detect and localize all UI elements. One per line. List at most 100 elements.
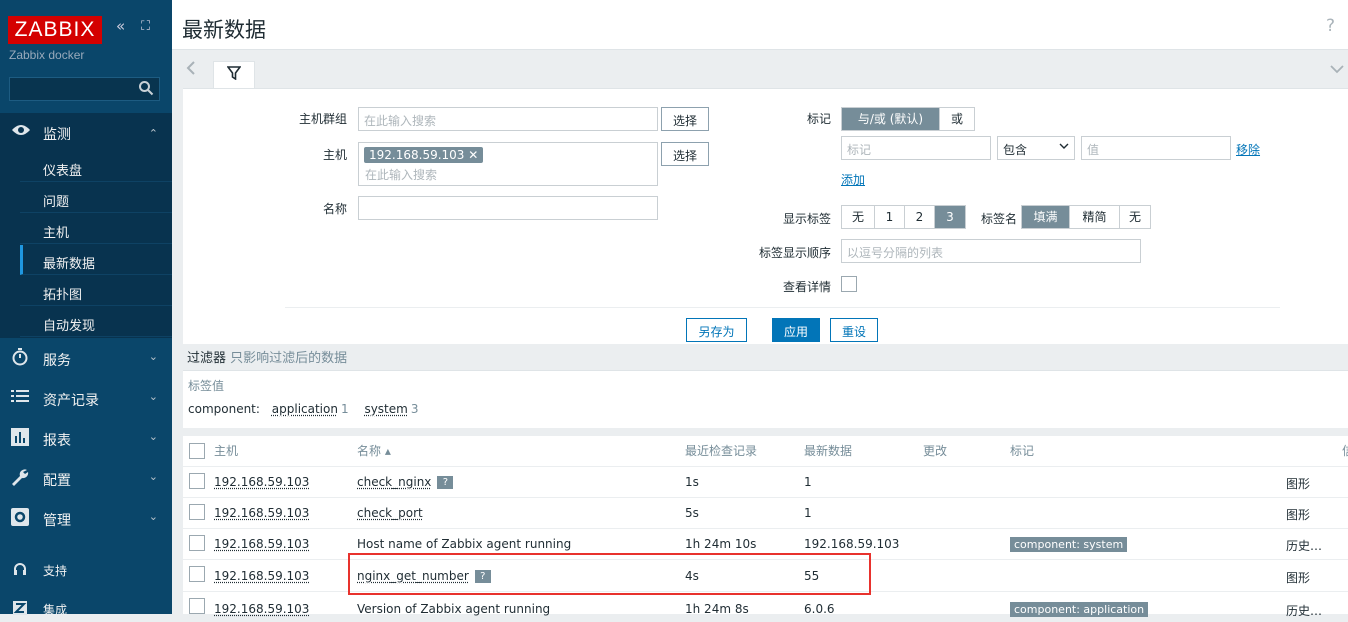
last-value: 192.168.59.103	[804, 537, 899, 551]
host-group-select-button[interactable]: 选择	[661, 107, 709, 131]
submenu-problems[interactable]: 问题	[20, 183, 172, 213]
tag-name-input[interactable]: 标记	[841, 136, 991, 160]
host-link[interactable]: 192.168.59.103	[214, 506, 309, 520]
name-input[interactable]	[358, 196, 658, 220]
host-link[interactable]: 192.168.59.103	[214, 537, 309, 551]
tag-values-row: component: application 1 system 3	[188, 402, 418, 416]
tag-remove-link[interactable]: 移除	[1236, 141, 1260, 158]
item-tag: component: system	[1010, 537, 1127, 552]
history-link[interactable]: 历史…	[1286, 537, 1322, 554]
help-icon[interactable]: ?	[1326, 16, 1340, 32]
submenu-hosts[interactable]: 主机	[20, 214, 172, 244]
graph-link[interactable]: 图形	[1286, 569, 1310, 586]
item-name-link[interactable]: check_port	[357, 506, 423, 520]
col-last-value: 最新数据	[804, 436, 852, 466]
nav-support[interactable]: 支持	[0, 552, 172, 586]
row-checkbox[interactable]	[189, 504, 205, 520]
tag-operator-select[interactable]: 包含	[997, 136, 1075, 160]
show-tags-2[interactable]: 2	[905, 206, 935, 228]
timer-icon	[11, 348, 29, 371]
nav-monitoring[interactable]: 监测 ⌃	[0, 113, 172, 152]
z-icon	[13, 600, 27, 620]
tag-add-link[interactable]: 添加	[841, 171, 865, 188]
tag-value-system[interactable]: system	[364, 402, 407, 416]
host-group-input[interactable]: 在此输入搜索	[358, 107, 658, 131]
submenu-discovery[interactable]: 自动发现	[20, 307, 172, 337]
search-icon[interactable]	[138, 80, 154, 99]
tag-value-application[interactable]: application	[272, 402, 338, 416]
show-tags-3[interactable]: 3	[935, 206, 965, 228]
tag-value-input[interactable]: 值	[1081, 136, 1231, 160]
last-value: 1	[804, 475, 812, 489]
tag-name-short[interactable]: 精简	[1070, 206, 1120, 228]
host-link[interactable]: 192.168.59.103	[214, 475, 309, 489]
show-details-checkbox[interactable]	[841, 276, 857, 292]
filter-note-main: 过滤器	[187, 351, 226, 366]
or-option[interactable]: 或	[940, 108, 974, 130]
filter-icon	[227, 69, 241, 83]
tag-badge[interactable]: component: system	[1010, 537, 1127, 552]
filter-tab[interactable]	[213, 61, 255, 89]
chevron-down-icon	[1059, 139, 1069, 153]
nav-integrations[interactable]: 集成	[0, 596, 172, 614]
show-tags-label: 显示标签	[743, 210, 831, 227]
monitoring-submenu: 仪表盘 问题 主机 最新数据 拓扑图 自动发现	[0, 152, 172, 338]
item-tag: component: application	[1010, 602, 1148, 617]
apply-button[interactable]: 应用	[772, 318, 820, 342]
show-tags-none[interactable]: 无	[842, 206, 875, 228]
collapse-sidebar-icon[interactable]: «	[116, 17, 125, 35]
nav-configuration[interactable]: 配置 ⌄	[0, 460, 172, 496]
host-multiselect[interactable]: 192.168.59.103 ✕ 在此输入搜索	[358, 142, 658, 186]
tags-label: 标记	[773, 110, 831, 127]
tag-order-input[interactable]: 以逗号分隔的列表	[841, 239, 1141, 263]
chevron-left-icon[interactable]	[186, 60, 196, 79]
submenu-latest-data[interactable]: 最新数据	[20, 245, 172, 275]
nav-inventory[interactable]: 资产记录 ⌄	[0, 380, 172, 416]
graph-link[interactable]: 图形	[1286, 475, 1310, 492]
chip-remove-icon[interactable]: ✕	[468, 148, 478, 162]
list-icon	[11, 388, 29, 408]
sidebar-search-input[interactable]	[10, 78, 132, 100]
select-all-checkbox[interactable]	[189, 443, 205, 459]
chevron-down-icon: ⌄	[149, 470, 158, 483]
history-link[interactable]: 历史…	[1286, 602, 1322, 619]
tag-values-heading: 标签值	[188, 377, 224, 394]
col-host[interactable]: 主机	[214, 436, 238, 466]
row-checkbox[interactable]	[189, 598, 205, 614]
eye-icon	[11, 122, 31, 142]
last-check: 5s	[685, 506, 699, 520]
wrench-icon	[11, 468, 29, 491]
zabbix-logo[interactable]: ZABBIX	[8, 16, 102, 44]
nav-monitoring-label: 监测	[43, 124, 71, 144]
nav-configuration-label: 配置	[43, 470, 71, 490]
chevron-down-icon[interactable]	[1330, 62, 1344, 78]
item-name-link[interactable]: check_nginx	[357, 475, 431, 489]
submenu-dashboard[interactable]: 仪表盘	[20, 152, 172, 182]
show-tags-1[interactable]: 1	[875, 206, 905, 228]
host-link[interactable]: 192.168.59.103	[214, 569, 309, 583]
row-checkbox[interactable]	[189, 473, 205, 489]
last-value: 1	[804, 506, 812, 520]
tag-badge[interactable]: component: application	[1010, 602, 1148, 617]
item-name: check_nginx?	[357, 475, 453, 489]
tag-name-none[interactable]: 无	[1120, 206, 1150, 228]
host-select-button[interactable]: 选择	[661, 142, 709, 166]
page-title: 最新数据	[182, 14, 266, 44]
filter-note: 过滤器 只影响过滤后的数据	[187, 347, 347, 366]
tag-name-full[interactable]: 填满	[1022, 206, 1070, 228]
submenu-maps[interactable]: 拓扑图	[20, 276, 172, 306]
andor-option[interactable]: 与/或 (默认)	[842, 108, 940, 130]
kiosk-mode-icon[interactable]: ⛶	[141, 19, 150, 34]
chart-icon	[11, 428, 29, 451]
reset-button[interactable]: 重设	[830, 318, 878, 342]
save-as-button[interactable]: 另存为	[686, 318, 747, 342]
row-checkbox[interactable]	[189, 535, 205, 551]
help-icon[interactable]: ?	[437, 476, 453, 489]
nav-reports[interactable]: 报表 ⌄	[0, 420, 172, 456]
gear-icon	[11, 508, 29, 531]
nav-administration[interactable]: 管理 ⌄	[0, 500, 172, 536]
graph-link[interactable]: 图形	[1286, 506, 1310, 523]
col-name[interactable]: 名称 ▴	[357, 436, 391, 466]
row-checkbox[interactable]	[189, 566, 205, 582]
nav-services[interactable]: 服务 ⌄	[0, 340, 172, 376]
